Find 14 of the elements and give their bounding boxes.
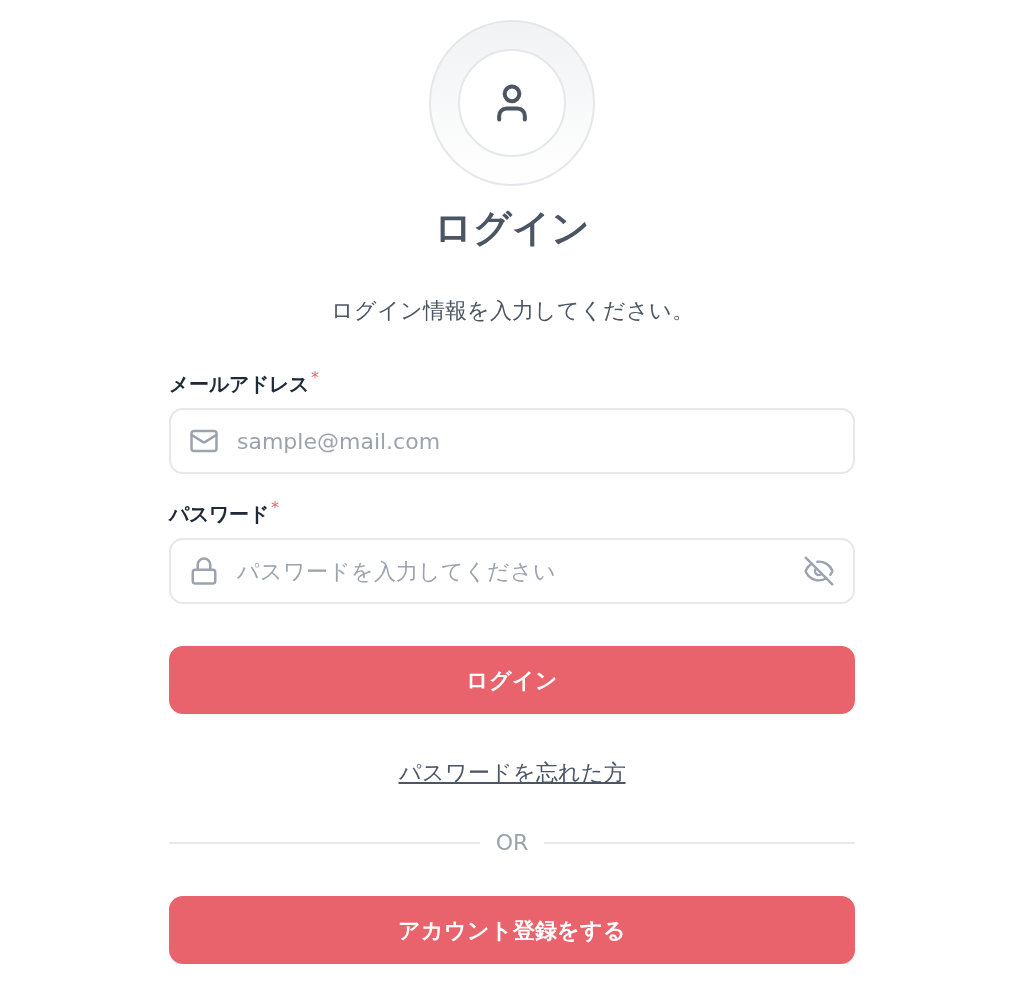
page-title: ログイン [434, 205, 590, 252]
divider-text: OR [495, 829, 529, 857]
subtitle: ログイン情報を入力してください。 [330, 297, 694, 325]
field-label: メールアドレス [169, 371, 309, 398]
login-button[interactable]: ログイン [169, 646, 855, 714]
required-mark: * [271, 500, 279, 516]
lock-icon [189, 556, 219, 586]
forgot-password-link[interactable]: パスワードを忘れた方 [398, 758, 626, 788]
register-button[interactable]: アカウント登録をする [169, 896, 855, 964]
password-field[interactable]: パスワードを入力してください [169, 538, 855, 604]
required-mark: * [311, 370, 319, 386]
email-field[interactable]: sample@mail.com [169, 408, 855, 474]
field-label: パスワード [169, 501, 269, 528]
eye-off-icon[interactable] [803, 555, 835, 587]
